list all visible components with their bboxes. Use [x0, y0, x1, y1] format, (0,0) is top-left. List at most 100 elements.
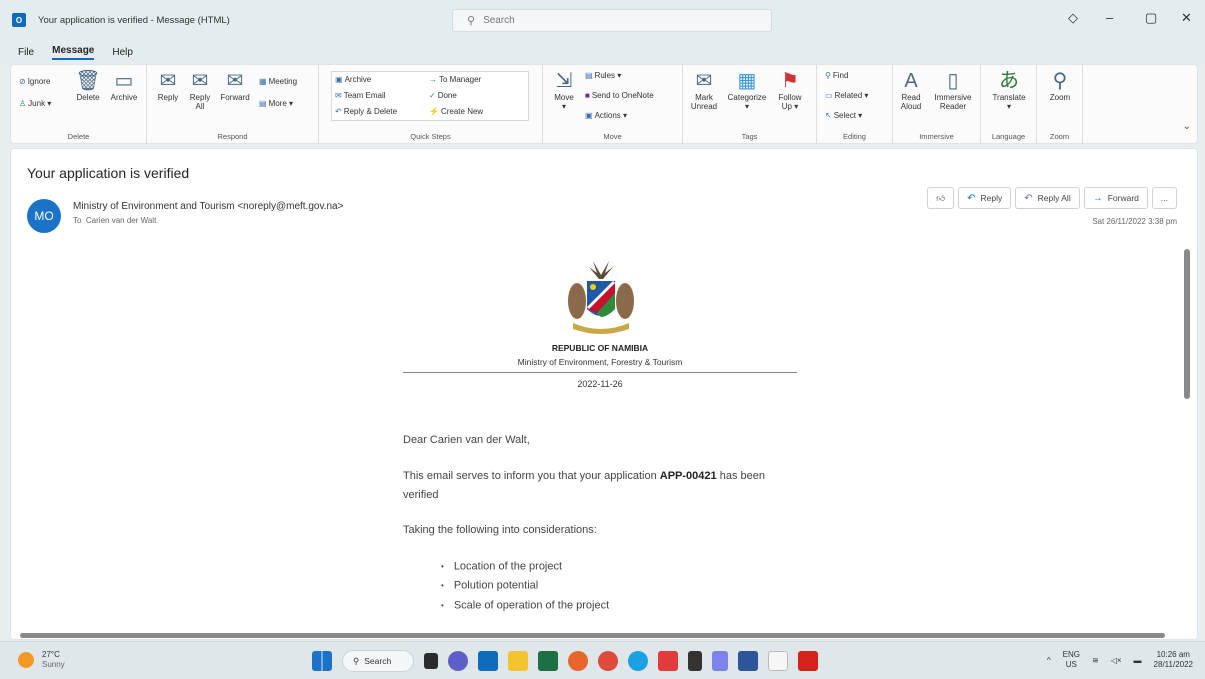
diamond-icon[interactable]: ◇ — [1068, 10, 1078, 26]
reply-delete-icon: ↶ — [335, 107, 342, 116]
forward-button[interactable]: ✉ Forward — [217, 69, 253, 102]
battery-icon[interactable]: ▬ — [1134, 656, 1142, 665]
teams-icon[interactable] — [712, 651, 728, 671]
horizontal-scrollbar[interactable] — [0, 631, 1205, 639]
task-view-icon[interactable] — [424, 653, 438, 669]
email-body: REPUBLIC OF NAMIBIA Ministry of Environm… — [11, 239, 1181, 629]
chat-icon[interactable] — [448, 651, 468, 671]
move-icon: ⇲ — [555, 70, 573, 92]
search-input[interactable]: ⚲ Search — [452, 9, 772, 32]
chevron-up-icon[interactable]: ^ — [1047, 656, 1051, 665]
arrow-right-icon: → — [429, 75, 437, 84]
check-icon: ✓ — [429, 91, 436, 100]
terminal-icon[interactable] — [688, 651, 702, 671]
group-label-language: Language — [991, 132, 1026, 141]
minimize-button[interactable]: – — [1106, 10, 1113, 25]
actions-button[interactable]: ▣ Actions ▾ — [585, 111, 627, 120]
search-icon: ⚲ — [353, 655, 360, 666]
wifi-icon[interactable]: ≋ — [1092, 656, 1099, 665]
application-id: APP-00421 — [659, 470, 717, 482]
clock[interactable]: 10:26 am 28/11/2022 — [1154, 650, 1193, 670]
store-icon[interactable] — [658, 651, 678, 671]
taskbar: 27°C Sunny ⚲ Search ^ ENG US ≋ ◁× ▬ 10:26 a… — [0, 641, 1205, 679]
qs-reply-delete[interactable]: ↶ Reply & Delete — [335, 107, 397, 116]
avatar[interactable]: MO — [27, 199, 61, 233]
actions-icon: ▣ — [585, 111, 593, 120]
list-item: Polution potential — [441, 576, 609, 595]
greeting: Dear Carien van der Walt, — [403, 434, 530, 446]
qs-archive[interactable]: ▣ Archive — [335, 75, 371, 84]
reply-all-action-button[interactable]: ↶ Reply All — [1015, 187, 1080, 209]
onenote-button[interactable]: ■ Send to OneNote — [585, 91, 654, 100]
divider — [403, 372, 797, 373]
calendar-icon: ▦ — [259, 77, 267, 86]
delete-button[interactable]: 🗑 Delete — [71, 69, 105, 102]
outlook-icon: O — [12, 13, 26, 27]
vertical-scroll-thumb[interactable] — [1184, 249, 1190, 399]
chrome-icon[interactable] — [598, 651, 618, 671]
volume-icon[interactable]: ◁× — [1111, 656, 1122, 665]
reply-action-button[interactable]: ↶ Reply — [958, 187, 1012, 209]
language-indicator[interactable]: ENG US — [1063, 650, 1080, 670]
reply-all-button[interactable]: ✉ Reply All — [185, 69, 215, 111]
categorize-button[interactable]: ▦ Categorize ▾ — [723, 69, 771, 111]
menu-file[interactable]: File — [18, 47, 34, 58]
excel-icon[interactable] — [538, 651, 558, 671]
message-subject: Your application is verified — [27, 165, 190, 181]
message-actions: 👍︎ ↶ Reply ↶ Reply All → Forward ... — [927, 187, 1177, 209]
ignore-button[interactable]: ⊘ Ignore — [19, 77, 50, 86]
reply-button[interactable]: ✉ Reply — [153, 69, 183, 102]
qs-done[interactable]: ✓ Done — [429, 91, 457, 100]
notepad-icon[interactable] — [768, 651, 788, 671]
read-aloud-icon: A — [904, 70, 918, 92]
group-label-delete: Delete — [67, 132, 90, 141]
file-explorer-icon[interactable] — [508, 651, 528, 671]
horizontal-scroll-thumb[interactable] — [20, 633, 1165, 638]
firefox-icon[interactable] — [568, 651, 588, 671]
read-aloud-button[interactable]: A Read Aloud — [895, 69, 927, 111]
reading-pane: Your application is verified MO Ministry… — [10, 148, 1198, 640]
edge-icon[interactable] — [628, 651, 648, 671]
immersive-reader-button[interactable]: ▯ Immersive Reader — [929, 69, 977, 111]
zoom-button[interactable]: ⚲ Zoom — [1041, 69, 1079, 102]
qs-create-new[interactable]: ⚡ Create New — [429, 107, 483, 116]
junk-button[interactable]: ♙ Junk ▾ — [19, 99, 51, 108]
weather-widget[interactable]: 27°C Sunny — [18, 650, 65, 670]
vertical-scrollbar[interactable] — [1183, 239, 1191, 624]
word-icon[interactable] — [738, 651, 758, 671]
acrobat-icon[interactable] — [798, 651, 818, 671]
restore-button[interactable]: ▢ — [1145, 10, 1157, 26]
menu-help[interactable]: Help — [112, 47, 133, 58]
taskbar-search-button[interactable]: ⚲ Search — [342, 650, 414, 672]
more-actions-button[interactable]: ... — [1151, 187, 1177, 209]
sender[interactable]: Ministry of Environment and Tourism <nor… — [73, 201, 343, 212]
like-button[interactable]: 👍︎ — [927, 187, 955, 209]
forward-action-button[interactable]: → Forward — [1083, 187, 1148, 209]
outlook-taskbar-icon[interactable] — [478, 651, 498, 671]
junk-icon: ♙ — [19, 99, 27, 108]
cursor-icon: ↖ — [825, 111, 832, 120]
close-button[interactable]: ✕ — [1181, 10, 1192, 26]
zoom-icon: ⚲ — [1052, 70, 1068, 92]
follow-up-button[interactable]: ⚑ Follow Up ▾ — [773, 69, 807, 111]
mark-unread-button[interactable]: ✉ Mark Unread — [687, 69, 721, 111]
archive-button[interactable]: ▭ Archive — [107, 69, 141, 102]
more-respond-button[interactable]: ▤ More ▾ — [259, 99, 293, 108]
find-button[interactable]: ⚲ Find — [825, 71, 848, 80]
windows-start-icon[interactable] — [312, 651, 332, 671]
menu-message[interactable]: Message — [52, 45, 95, 60]
related-button[interactable]: ▭ Related ▾ — [825, 91, 868, 100]
group-label-editing: Editing — [843, 132, 866, 141]
republic-heading: REPUBLIC OF NAMIBIA — [551, 343, 649, 353]
meeting-button[interactable]: ▦ Meeting — [259, 77, 297, 86]
rules-button[interactable]: ▤ Rules ▾ — [585, 71, 621, 80]
forward-icon: → — [1092, 192, 1103, 204]
translate-button[interactable]: あ Translate ▾ — [985, 69, 1033, 111]
move-button[interactable]: ⇲ Move ▾ — [549, 69, 579, 111]
qs-to-manager[interactable]: → To Manager — [429, 75, 481, 84]
ribbon-collapse-chevron-icon[interactable]: ⌄ — [1183, 121, 1191, 132]
recipient[interactable]: Carien van der Walt — [86, 216, 156, 225]
ribbon-group-quick-steps: ▣ Archive ✉ Team Email ↶ Reply & Delete → To… — [319, 65, 543, 145]
qs-team-email[interactable]: ✉ Team Email — [335, 91, 386, 100]
select-button[interactable]: ↖ Select ▾ — [825, 111, 862, 120]
